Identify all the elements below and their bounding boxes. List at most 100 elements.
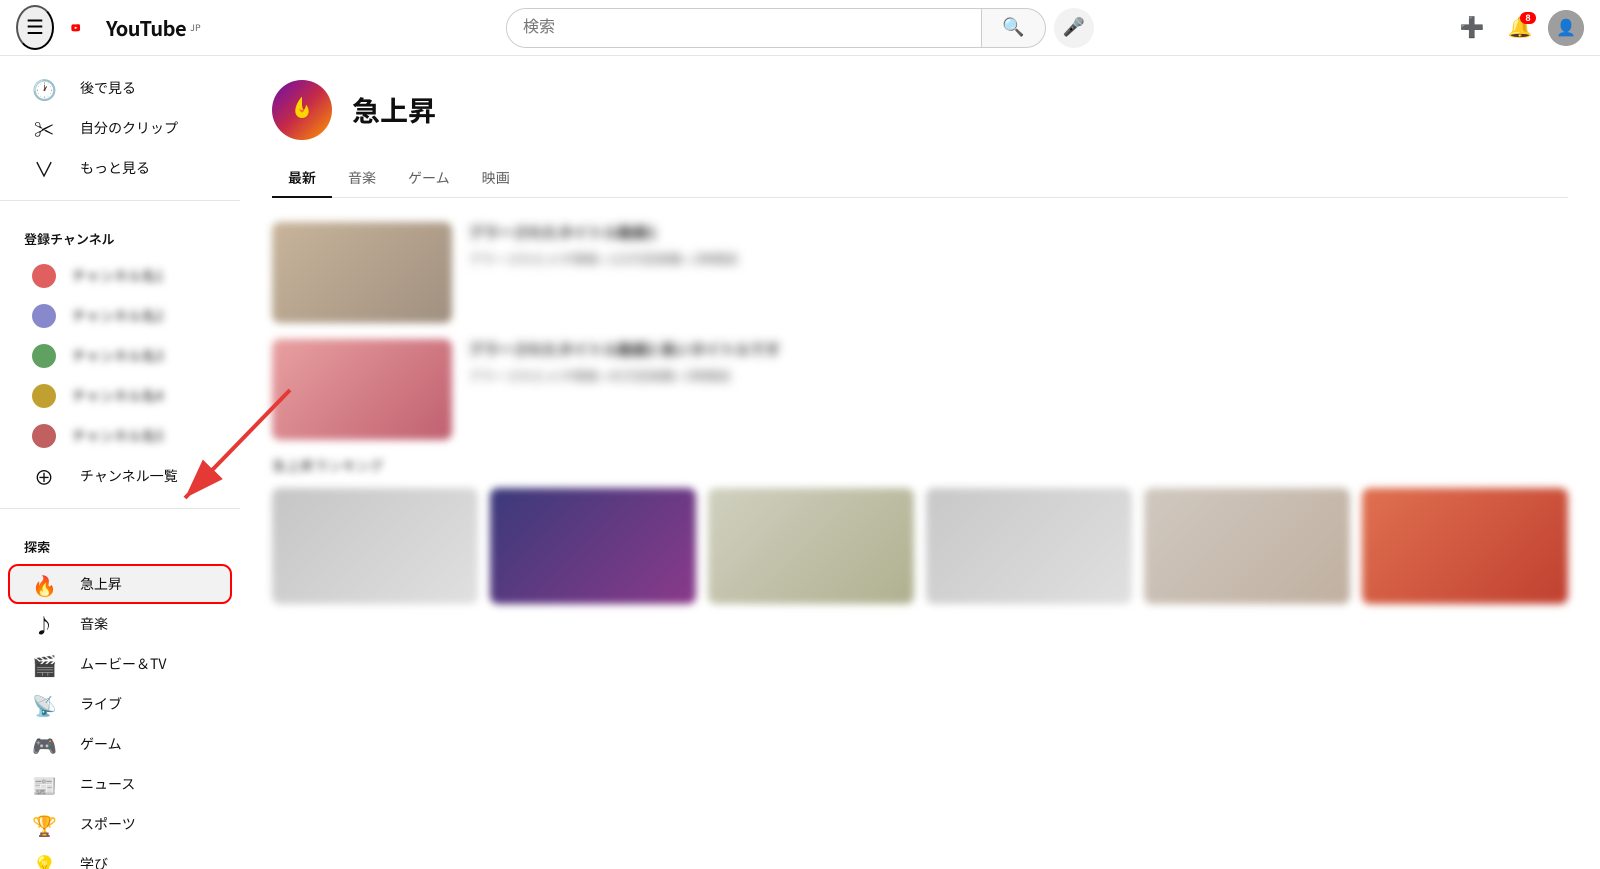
trending-grid-item-4[interactable] [926, 488, 1132, 604]
grid-thumbnail-1 [272, 488, 478, 604]
create-icon: ➕ [1460, 15, 1485, 40]
video-title-1: ブラーされたタイトル動画1 [468, 222, 1568, 243]
header-left: ☰ YouTube JP [16, 5, 256, 50]
sidebar-item-trending[interactable]: 🔥 急上昇 [8, 564, 232, 604]
video-thumbnail-2 [272, 339, 452, 440]
sidebar-item-gaming[interactable]: 🎮 ゲーム [8, 724, 232, 764]
sidebar-channel-1[interactable]: チャンネル名1 [8, 256, 232, 296]
plus-circle-icon: ⊕ [32, 462, 56, 491]
logo-jp: JP [190, 21, 201, 34]
tab-gaming[interactable]: ゲーム [392, 160, 466, 198]
sidebar-item-learning[interactable]: 💡 学び [8, 844, 232, 869]
scissors-icon: ✂ [32, 114, 56, 143]
sidebar-item-watch-later[interactable]: 🕐 後で見る [8, 68, 232, 108]
page-title: 急上昇 [352, 90, 436, 130]
channel-avatar-5 [32, 424, 56, 448]
microphone-icon: 🎤 [1063, 17, 1085, 38]
sidebar-divider-1 [0, 200, 240, 201]
video-meta-1: ブラーされたメタ情報 • 123万回視聴 • 2時間前 [468, 249, 1568, 268]
sidebar-label-channel-list: チャンネル一覧 [80, 466, 178, 486]
section-title-channels: 登録チャンネル [0, 213, 240, 256]
hamburger-menu-button[interactable]: ☰ [16, 5, 54, 50]
video-meta-2: ブラーされたメタ情報 • 45万回視聴 • 5時間前 [468, 366, 1568, 385]
sidebar-item-sports[interactable]: 🏆 スポーツ [8, 804, 232, 844]
search-form: 🔍 [506, 8, 1046, 48]
channel-avatar-3 [32, 344, 56, 368]
notifications-button[interactable]: 🔔 8 [1500, 8, 1540, 48]
sidebar-label-watch-later: 後で見る [80, 78, 136, 98]
video-info-1: ブラーされたタイトル動画1 ブラーされたメタ情報 • 123万回視聴 • 2時間… [468, 222, 1568, 268]
logo-area[interactable]: YouTube JP [70, 17, 201, 39]
account-button[interactable]: 👤 [1548, 10, 1584, 46]
gaming-icon: 🎮 [32, 730, 56, 759]
sidebar-label-gaming: ゲーム [80, 734, 122, 754]
section-label-trending: 急上昇ランキング [272, 456, 1568, 476]
sidebar-divider-2 [0, 508, 240, 509]
channel-name-4: チャンネル名4 [72, 386, 163, 406]
grid-thumbnail-6 [1362, 488, 1568, 604]
live-icon: 📡 [32, 690, 56, 719]
sidebar-channel-2[interactable]: チャンネル名2 [8, 296, 232, 336]
voice-search-button[interactable]: 🎤 [1054, 8, 1094, 48]
sidebar-label-learning: 学び [80, 854, 108, 869]
trending-grid-item-1[interactable] [272, 488, 478, 604]
trending-icon: 🔥 [32, 570, 56, 599]
notification-badge: 8 [1520, 12, 1536, 24]
layout: 🕐 後で見る ✂ 自分のクリップ ∨ もっと見る 登録チャンネル チャンネル名1… [0, 56, 1600, 869]
main-content: 急上昇 最新 音楽 ゲーム 映画 ブラーされたタイトル動画1 ブラーされたメタ情… [240, 56, 1600, 869]
trending-grid-item-6[interactable] [1362, 488, 1568, 604]
music-icon: ♪ [32, 610, 56, 639]
tabs: 最新 音楽 ゲーム 映画 [272, 160, 1568, 198]
sidebar-item-movies[interactable]: 🎬 ムービー＆TV [8, 644, 232, 684]
trending-grid-item-5[interactable] [1144, 488, 1350, 604]
channel-avatar-1 [32, 264, 56, 288]
avatar: 👤 [1548, 10, 1584, 46]
logo-text: YouTube [106, 18, 186, 38]
sidebar-channel-3[interactable]: チャンネル名3 [8, 336, 232, 376]
flame-icon [286, 94, 318, 126]
header-right: ➕ 🔔 8 👤 [1344, 8, 1584, 48]
search-input-wrap [506, 8, 982, 48]
channel-name-1: チャンネル名1 [72, 266, 163, 286]
sidebar-item-clips[interactable]: ✂ 自分のクリップ [8, 108, 232, 148]
search-input[interactable] [507, 9, 981, 47]
sidebar-label-music: 音楽 [80, 614, 108, 634]
tab-music[interactable]: 音楽 [332, 160, 392, 198]
tab-latest[interactable]: 最新 [272, 160, 332, 198]
sidebar-item-music[interactable]: ♪ 音楽 [8, 604, 232, 644]
video-info-2: ブラーされたタイトル動画2 長いタイトルです ブラーされたメタ情報 • 45万回… [468, 339, 1568, 385]
grid-thumbnail-4 [926, 488, 1132, 604]
grid-thumbnail-2 [490, 488, 696, 604]
sidebar-label-clips: 自分のクリップ [80, 118, 178, 138]
trending-grid-item-3[interactable] [708, 488, 914, 604]
sidebar-item-more[interactable]: ∨ もっと見る [8, 148, 232, 188]
sidebar-channel-5[interactable]: チャンネル名5 [8, 416, 232, 456]
header-center: 🔍 🎤 [256, 8, 1344, 48]
movies-icon: 🎬 [32, 650, 56, 679]
channel-avatar-2 [32, 304, 56, 328]
video-list-item-1[interactable]: ブラーされたタイトル動画1 ブラーされたメタ情報 • 123万回視聴 • 2時間… [272, 222, 1568, 323]
video-title-2: ブラーされたタイトル動画2 長いタイトルです [468, 339, 1568, 360]
sports-icon: 🏆 [32, 810, 56, 839]
sidebar-item-live[interactable]: 📡 ライブ [8, 684, 232, 724]
header: ☰ YouTube JP 🔍 🎤 ➕ 🔔 8 👤 [0, 0, 1600, 56]
clock-icon: 🕐 [32, 74, 56, 103]
sidebar-item-channel-list[interactable]: ⊕ チャンネル一覧 [8, 456, 232, 496]
chevron-down-icon: ∨ [32, 154, 56, 183]
create-button[interactable]: ➕ [1452, 8, 1492, 48]
sidebar-label-movies: ムービー＆TV [80, 654, 166, 674]
channel-avatar-4 [32, 384, 56, 408]
search-button[interactable]: 🔍 [982, 8, 1046, 48]
sidebar-channel-4[interactable]: チャンネル名4 [8, 376, 232, 416]
trending-grid-item-2[interactable] [490, 488, 696, 604]
grid-thumbnail-3 [708, 488, 914, 604]
section-title-explore: 探索 [0, 521, 240, 564]
channel-name-2: チャンネル名2 [72, 306, 163, 326]
sidebar-label-live: ライブ [80, 694, 122, 714]
trending-logo [272, 80, 332, 140]
video-list-item-2[interactable]: ブラーされたタイトル動画2 長いタイトルです ブラーされたメタ情報 • 45万回… [272, 339, 1568, 440]
sidebar-item-news[interactable]: 📰 ニュース [8, 764, 232, 804]
tab-movies[interactable]: 映画 [466, 160, 526, 198]
sidebar: 🕐 後で見る ✂ 自分のクリップ ∨ もっと見る 登録チャンネル チャンネル名1… [0, 56, 240, 869]
news-icon: 📰 [32, 770, 56, 799]
